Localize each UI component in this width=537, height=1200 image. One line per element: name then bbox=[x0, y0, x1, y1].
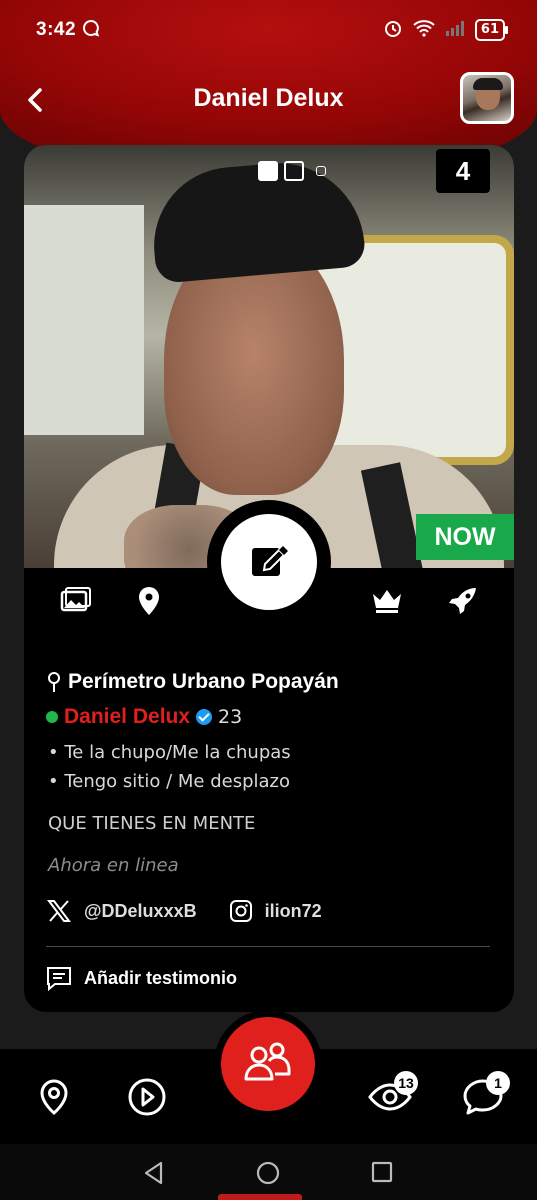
battery-indicator: 61 bbox=[474, 19, 509, 41]
messages-badge: 1 bbox=[486, 1071, 510, 1095]
social-links: @DDeluxxxB ilion72 bbox=[46, 898, 354, 924]
rocket-icon bbox=[449, 588, 476, 614]
chat-notification-icon bbox=[82, 19, 100, 41]
photo-pager[interactable] bbox=[258, 161, 326, 181]
nav-videos[interactable] bbox=[127, 1077, 167, 1117]
system-back-icon[interactable] bbox=[141, 1160, 167, 1186]
location-row: Perímetro Urbano Popayán bbox=[46, 670, 339, 694]
system-home-icon[interactable] bbox=[255, 1160, 281, 1186]
map-pin-icon bbox=[139, 587, 159, 615]
twitter-link[interactable]: @DDeluxxxB bbox=[46, 898, 197, 924]
system-nav-bar bbox=[0, 1144, 537, 1200]
location-button[interactable] bbox=[132, 584, 166, 618]
nav-map[interactable] bbox=[34, 1077, 74, 1117]
wifi-icon bbox=[413, 19, 435, 41]
alarm-icon bbox=[383, 18, 403, 42]
boost-button[interactable] bbox=[446, 584, 480, 618]
online-status-text: Ahora en linea bbox=[48, 855, 179, 876]
profile-bullets: • Te la chupo/Me la chupas • Tengo sitio… bbox=[48, 738, 291, 796]
instagram-link[interactable]: ilion72 bbox=[229, 899, 322, 923]
nav-accent bbox=[218, 1194, 302, 1200]
pager-dot[interactable] bbox=[284, 161, 304, 181]
premium-button[interactable] bbox=[370, 584, 404, 618]
user-name[interactable]: Daniel Delux bbox=[64, 705, 190, 729]
crown-icon bbox=[373, 590, 401, 613]
location-text: Perímetro Urbano Popayán bbox=[68, 670, 339, 693]
photo-count-badge: 4 bbox=[436, 149, 490, 193]
online-indicator bbox=[46, 711, 58, 723]
comment-icon bbox=[47, 967, 71, 991]
status-bar: 3:42 61 bbox=[0, 0, 537, 60]
app-bar: Daniel Delux bbox=[0, 70, 537, 130]
play-circle-icon bbox=[128, 1078, 166, 1116]
gallery-button[interactable] bbox=[58, 584, 92, 618]
name-row: Daniel Delux 23 bbox=[46, 705, 242, 729]
user-age: 23 bbox=[218, 706, 243, 728]
system-recents-icon[interactable] bbox=[370, 1160, 394, 1184]
twitter-handle: @DDeluxxxB bbox=[84, 900, 197, 921]
nav-messages[interactable]: 1 bbox=[462, 1071, 510, 1117]
bullet-item: • Te la chupo/Me la chupas bbox=[48, 742, 291, 763]
status-message: QUE TIENES EN MENTE bbox=[48, 813, 256, 834]
now-badge: NOW bbox=[416, 514, 514, 560]
status-time: 3:42 bbox=[36, 19, 77, 40]
nav-visits[interactable]: 13 bbox=[368, 1071, 418, 1117]
avatar[interactable] bbox=[460, 72, 514, 124]
people-icon bbox=[244, 1042, 291, 1081]
map-pin-icon bbox=[40, 1079, 68, 1115]
edit-profile-button[interactable] bbox=[207, 500, 331, 624]
divider bbox=[46, 946, 490, 947]
nav-people-button[interactable] bbox=[214, 1010, 322, 1118]
profile-card: 4 NOW Perímetro Urbano Popayán Daniel De… bbox=[24, 145, 514, 1012]
page-title: Daniel Delux bbox=[193, 84, 344, 112]
bullet-item: • Tengo sitio / Me desplazo bbox=[48, 771, 290, 792]
signal-icon bbox=[445, 19, 465, 41]
edit-icon bbox=[252, 546, 288, 576]
pager-dot[interactable] bbox=[316, 166, 326, 176]
add-testimonial-label: Añadir testimonio bbox=[84, 967, 238, 988]
x-twitter-icon bbox=[47, 900, 71, 922]
location-pin-icon bbox=[48, 672, 60, 692]
instagram-icon bbox=[229, 900, 252, 922]
verified-icon bbox=[196, 709, 213, 725]
instagram-handle: ilion72 bbox=[264, 900, 322, 921]
add-testimonial-button[interactable]: Añadir testimonio bbox=[46, 965, 237, 991]
pager-dot[interactable] bbox=[258, 161, 278, 181]
visits-badge: 13 bbox=[394, 1071, 418, 1095]
images-icon bbox=[60, 587, 91, 612]
